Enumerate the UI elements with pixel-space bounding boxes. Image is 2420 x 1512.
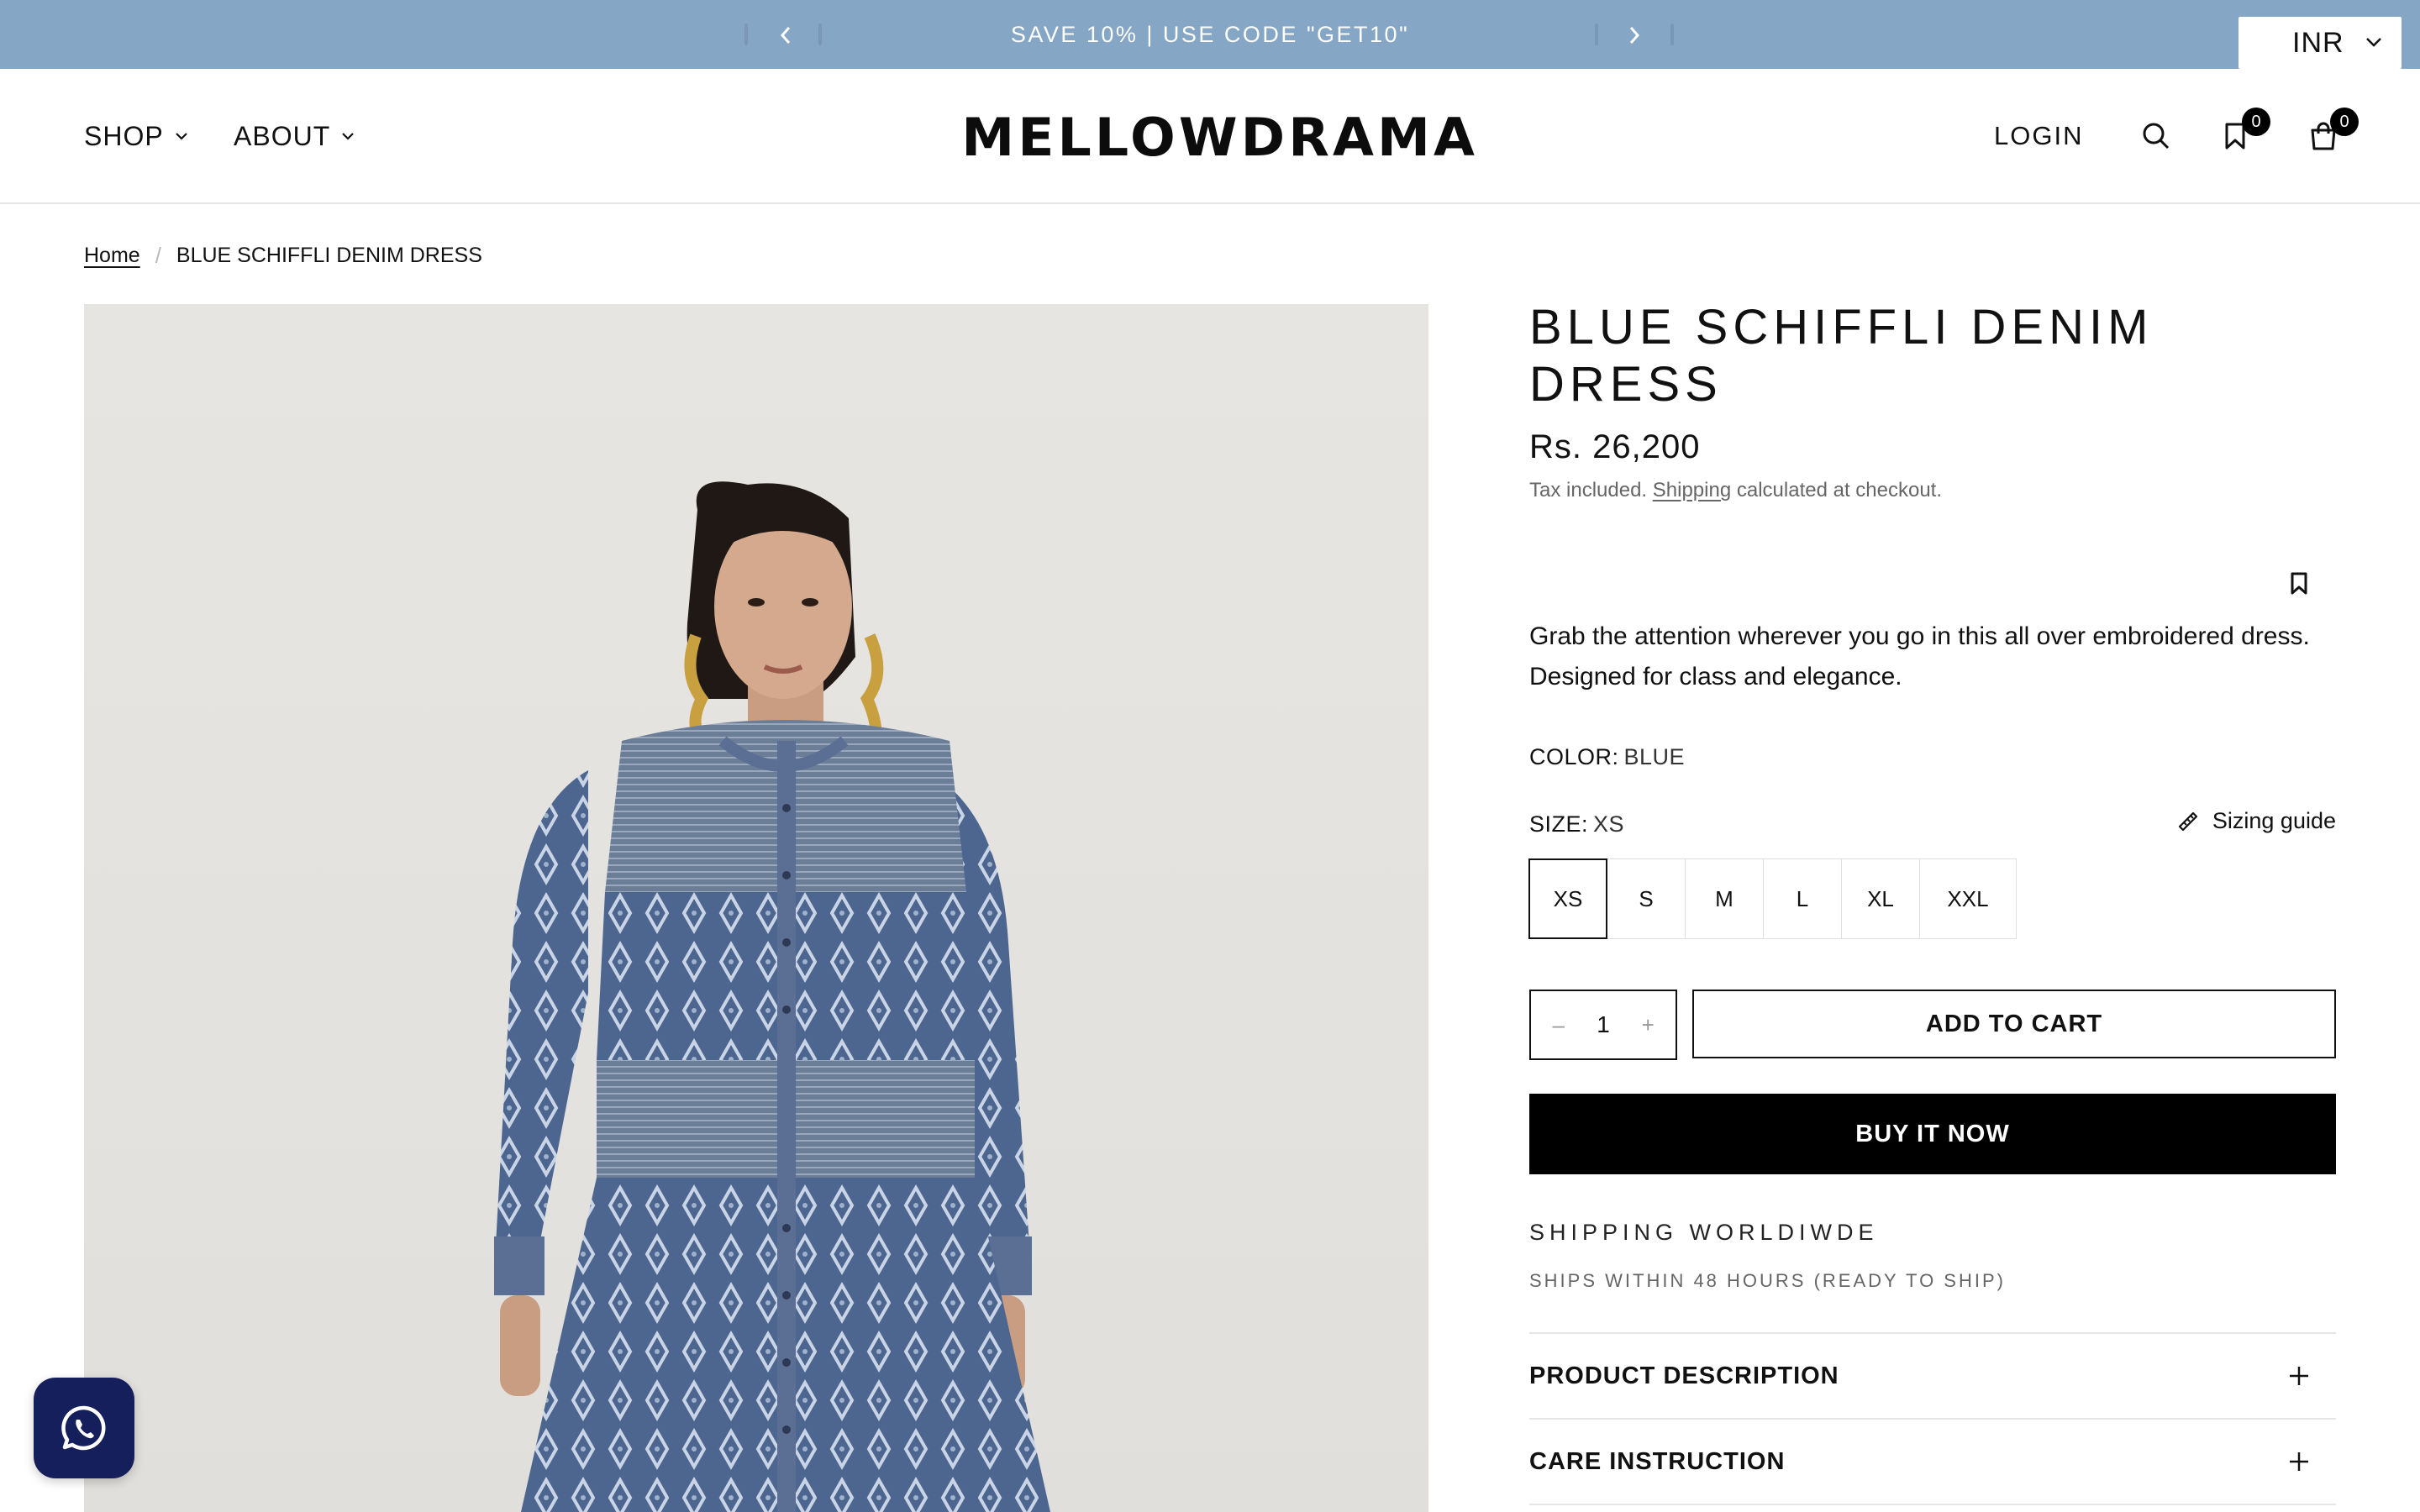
size-selector: XS S M L XL XXL (1528, 858, 2017, 939)
nav-about-menu[interactable]: ABOUT (234, 118, 355, 155)
brand-logo[interactable]: MELLOWDRAMA (961, 108, 1475, 168)
size-option-m[interactable]: M (1685, 858, 1764, 939)
product-title: BLUE SCHIFFLI DENIM DRESS (1529, 300, 2154, 412)
size-option-xl[interactable]: XL (1841, 858, 1920, 939)
nav-shop-label: SHOP (84, 120, 164, 151)
product-description: Grab the attention wherever you go in th… (1529, 622, 2310, 690)
login-link[interactable]: LOGIN (1994, 118, 2083, 155)
tax-prefix: Tax included. (1529, 479, 1648, 501)
size-option: SIZE: XS (1529, 811, 1624, 837)
tax-note: Tax included. Shipping calculated at che… (1529, 479, 1942, 502)
quantity-increase-button[interactable]: + (1631, 1012, 1665, 1038)
quantity-stepper: – 1 + (1529, 990, 1677, 1060)
currency-code: INR (2292, 26, 2344, 59)
sizing-guide-label: Sizing guide (2212, 808, 2336, 833)
breadcrumb: Home / BLUE SCHIFFLI DENIM DRESS (84, 240, 482, 270)
shipping-link[interactable]: Shipping (1653, 479, 1731, 501)
chevron-down-icon (342, 133, 355, 140)
tax-suffix: calculated at checkout. (1736, 479, 1943, 501)
product-photo-illustration (494, 481, 1050, 1512)
color-label: COLOR: (1529, 744, 1619, 769)
breadcrumb-separator: / (155, 242, 161, 268)
cart-count-badge: 0 (2330, 108, 2359, 136)
shipping-title: SHIPPING WORLDIWDE (1529, 1220, 1879, 1245)
announcement-message: SAVE 10% | USE CODE "GET10" (1010, 22, 1410, 47)
announcement-bar: SAVE 10% | USE CODE "GET10" INR (0, 0, 2420, 69)
slider-dot (1670, 24, 1674, 45)
product-price: Rs. 26,200 (1529, 428, 1701, 465)
accordion-label: CARE INSTRUCTION (1529, 1447, 1786, 1475)
shipping-subtitle: SHIPS WITHIN 48 HOURS (READY TO SHIP) (1529, 1270, 2006, 1291)
accordion-label: PRODUCT DESCRIPTION (1529, 1362, 1839, 1389)
nav-about-label: ABOUT (234, 120, 331, 151)
size-value: XS (1593, 811, 1625, 837)
ruler-icon (2178, 811, 2197, 831)
site-header: SHOP ABOUT MELLOWDRAMA LOGIN 0 0 (0, 69, 2420, 204)
size-option-xs[interactable]: XS (1528, 858, 1607, 939)
whatsapp-chat-button[interactable] (34, 1378, 134, 1478)
breadcrumb-current: BLUE SCHIFFLI DENIM DRESS (176, 243, 482, 267)
cart-button[interactable]: 0 (2307, 108, 2359, 153)
chevron-right-icon (1629, 27, 1640, 44)
breadcrumb-home-link[interactable]: Home (84, 244, 140, 268)
search-icon (2143, 123, 2170, 150)
wishlist-button[interactable]: 0 (2218, 108, 2270, 153)
wishlist-count-badge: 0 (2242, 108, 2270, 136)
bookmark-icon (2291, 572, 2307, 595)
whatsapp-icon (61, 1405, 106, 1451)
search-button[interactable] (2139, 119, 2173, 153)
accordion-product-description[interactable]: PRODUCT DESCRIPTION (1529, 1332, 2336, 1418)
color-value: BLUE (1623, 744, 1686, 769)
quantity-decrease-button[interactable]: – (1542, 1012, 1576, 1038)
sizing-guide-link[interactable]: Sizing guide (2175, 808, 2336, 834)
size-option-xxl[interactable]: XXL (1919, 858, 2017, 939)
nav-shop-menu[interactable]: SHOP (84, 118, 189, 155)
accordion-divider (1529, 1504, 2336, 1512)
add-to-wishlist-button[interactable] (2284, 568, 2314, 598)
add-to-cart-button[interactable]: ADD TO CART (1692, 990, 2336, 1058)
announcement-next-button[interactable] (1620, 21, 1649, 50)
currency-selector[interactable]: INR (2238, 17, 2402, 69)
product-image[interactable] (84, 304, 1428, 1512)
accordion-care-instruction[interactable]: CARE INSTRUCTION (1529, 1418, 2336, 1504)
color-option: COLOR: BLUE (1529, 744, 1685, 770)
slider-dot (1595, 24, 1598, 45)
size-option-l[interactable]: L (1763, 858, 1842, 939)
plus-icon (2290, 1367, 2308, 1385)
size-option-s[interactable]: S (1607, 858, 1686, 939)
size-label: SIZE: (1529, 811, 1589, 837)
chevron-down-icon (2366, 38, 2381, 47)
plus-icon (2290, 1452, 2308, 1471)
quantity-value[interactable]: 1 (1597, 1011, 1610, 1038)
chevron-down-icon (175, 133, 187, 140)
buy-now-button[interactable]: BUY IT NOW (1529, 1094, 2336, 1174)
